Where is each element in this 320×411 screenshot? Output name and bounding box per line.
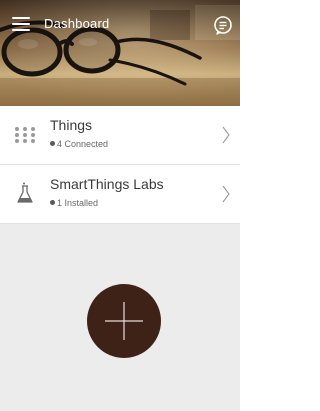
add-button[interactable] (87, 284, 161, 358)
status-dot (50, 200, 55, 205)
list-item-subtitle: 4 Connected (57, 139, 109, 149)
dashboard-list: Things 4 Connected SmartThings Labs 1 In… (0, 106, 240, 224)
list-item-status: 1 Installed (50, 198, 98, 208)
menu-bar (12, 17, 30, 19)
hamburger-menu-icon[interactable] (12, 17, 30, 33)
list-item-smartthings-labs[interactable]: SmartThings Labs 1 Installed (0, 165, 240, 224)
list-item-title: SmartThings Labs (50, 176, 164, 192)
page-title: Dashboard (44, 16, 110, 31)
status-dot (50, 141, 55, 146)
dashboard-header: Dashboard (0, 0, 240, 106)
chevron-right-icon (222, 126, 230, 144)
list-item-things[interactable]: Things 4 Connected (0, 106, 240, 165)
app-screen: Dashboard Things 4 Connected SmartThings… (0, 0, 240, 411)
menu-bar (12, 29, 30, 31)
list-item-title: Things (50, 117, 93, 133)
chat-bubble-icon[interactable] (213, 15, 233, 35)
grid-dots-icon (15, 127, 35, 143)
list-item-subtitle: 1 Installed (57, 198, 99, 208)
chevron-right-icon (222, 185, 230, 203)
list-item-status: 4 Connected (50, 139, 108, 149)
plus-icon (105, 302, 143, 340)
menu-bar (12, 23, 30, 25)
header-shade (0, 0, 240, 46)
flask-icon (17, 182, 33, 203)
